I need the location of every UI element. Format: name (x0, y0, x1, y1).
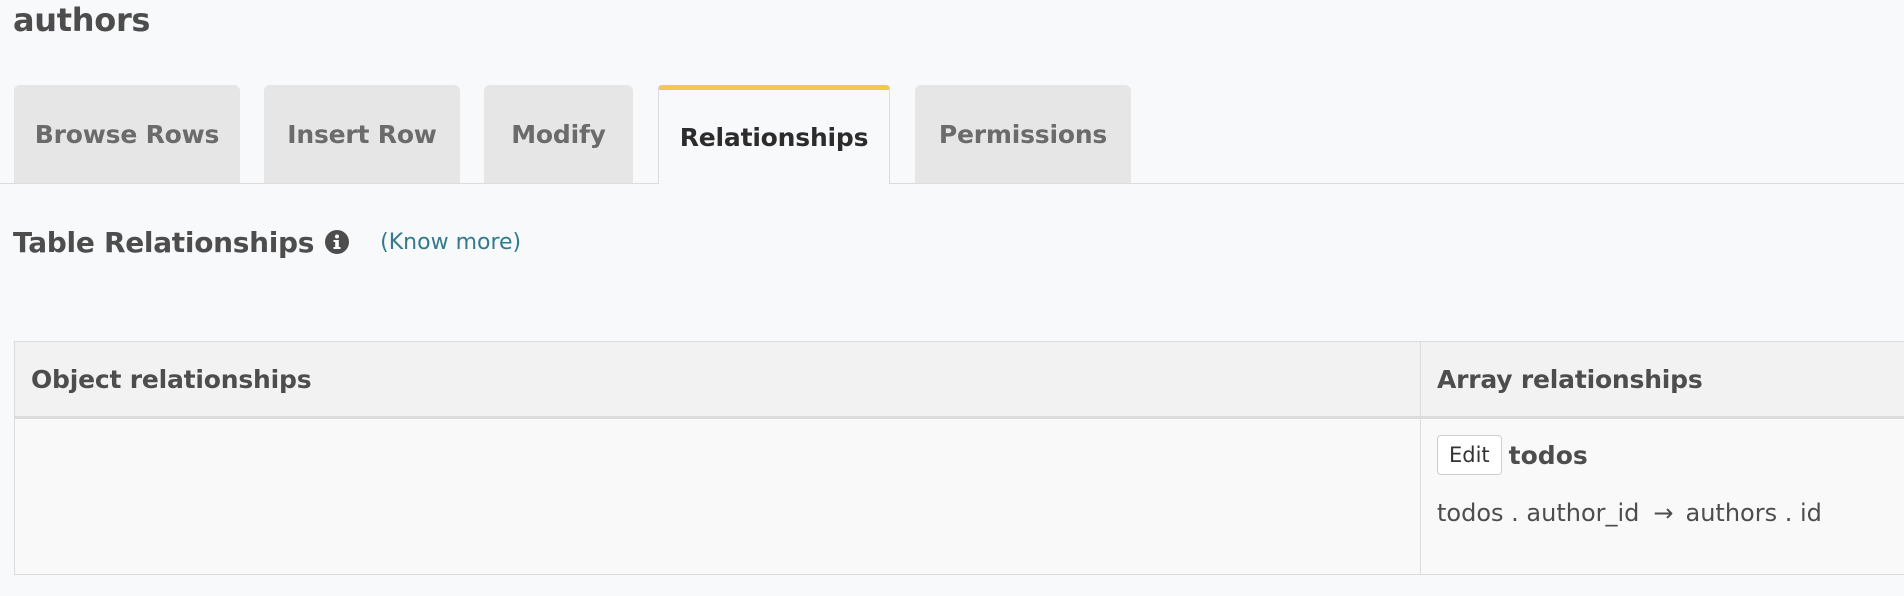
mapping-to: authors . id (1685, 499, 1822, 527)
array-relationship-item: Edit todos todos . author_id → authors .… (1437, 435, 1822, 527)
relationship-name: todos (1508, 440, 1588, 470)
edit-button[interactable]: Edit (1437, 435, 1502, 475)
relationship-name-row: Edit todos (1437, 435, 1822, 475)
know-more-link[interactable]: (Know more) (380, 230, 521, 255)
page-title: authors (13, 1, 151, 39)
section-heading: Table Relationships (Know more) (13, 222, 521, 262)
column-divider (1420, 342, 1421, 574)
tab-insert-row[interactable]: Insert Row (264, 85, 460, 183)
tab-permissions[interactable]: Permissions (915, 85, 1131, 183)
tab-modify[interactable]: Modify (484, 85, 633, 183)
object-relationships-header: Object relationships (31, 364, 312, 394)
arrow-right-icon: → (1653, 499, 1674, 527)
tab-relationships[interactable]: Relationships (658, 85, 890, 184)
relationships-table: Object relationships Array relationships… (14, 341, 1904, 575)
section-title: Table Relationships (13, 225, 315, 259)
info-icon[interactable] (324, 229, 350, 255)
array-relationships-header: Array relationships (1437, 364, 1703, 394)
mapping-from: todos . author_id (1437, 499, 1640, 527)
tab-browse-rows[interactable]: Browse Rows (14, 85, 240, 183)
relationship-mapping: todos . author_id → authors . id (1437, 499, 1822, 527)
tab-bar: Browse Rows Insert Row Modify Relationsh… (0, 85, 1904, 184)
